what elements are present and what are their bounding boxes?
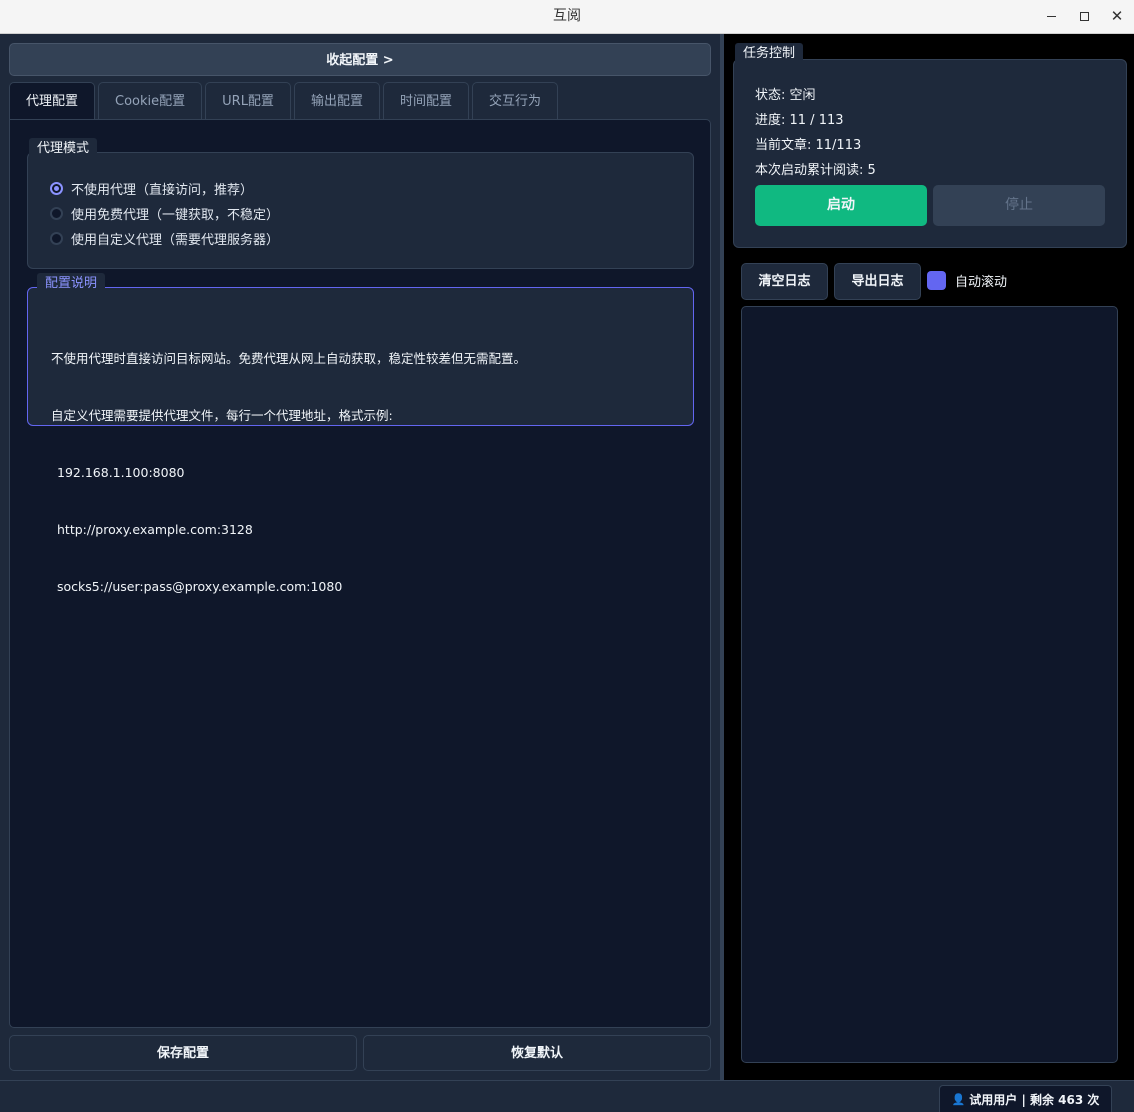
- proxy-mode-title: 代理模式: [29, 138, 98, 160]
- title-bar: 互阅 ✕: [0, 0, 1134, 34]
- current-article-text: 当前文章: 11/113: [755, 138, 862, 153]
- radio-no-proxy[interactable]: 不使用代理（直接访问，推荐）: [50, 177, 253, 199]
- radio-label: 使用免费代理（一键获取，不稳定）: [71, 207, 280, 223]
- close-icon[interactable]: ✕: [1103, 4, 1131, 28]
- radio-free-proxy[interactable]: 使用免费代理（一键获取，不稳定）: [50, 202, 279, 224]
- tab-time[interactable]: 时间配置: [382, 82, 469, 119]
- save-config-button[interactable]: 保存配置: [9, 1035, 357, 1071]
- task-control-title: 任务控制: [735, 43, 804, 65]
- info-line: socks5://user:pass@proxy.example.com:108…: [57, 579, 343, 594]
- proxy-mode-group: 代理模式 不使用代理（直接访问，推荐） 使用免费代理（一键获取，不稳定） 使用自…: [27, 138, 694, 269]
- config-panel: 收起配置 > 代理配置 Cookie配置 URL配置 输出配置 时间配置 交互行…: [0, 34, 724, 1080]
- config-info-text: 不使用代理时直接访问目标网站。免费代理从网上自动获取，稳定性较差但无需配置。 自…: [51, 311, 526, 634]
- config-tabs: 代理配置 Cookie配置 URL配置 输出配置 时间配置 交互行为: [9, 82, 561, 119]
- info-line: 自定义代理需要提供代理文件，每行一个代理地址，格式示例:: [51, 408, 393, 423]
- radio-unchecked-icon[interactable]: [50, 206, 63, 220]
- maximize-icon[interactable]: [1070, 4, 1098, 28]
- log-output[interactable]: [741, 306, 1118, 1063]
- window-title: 互阅: [553, 8, 581, 24]
- minimize-icon[interactable]: [1037, 4, 1065, 28]
- config-info-title: 配置说明: [37, 273, 106, 295]
- info-line: 192.168.1.100:8080: [57, 465, 185, 480]
- clear-log-button[interactable]: 清空日志: [741, 263, 828, 300]
- total-read-text: 本次启动累计阅读: 5: [755, 163, 876, 178]
- info-line: 不使用代理时直接访问目标网站。免费代理从网上自动获取，稳定性较差但无需配置。: [51, 351, 527, 366]
- radio-custom-proxy[interactable]: 使用自定义代理（需要代理服务器）: [50, 227, 279, 249]
- radio-label: 不使用代理（直接访问，推荐）: [71, 182, 254, 198]
- tab-output[interactable]: 输出配置: [293, 82, 380, 119]
- radio-checked-icon[interactable]: [50, 181, 63, 195]
- stop-button[interactable]: 停止: [933, 185, 1105, 226]
- status-text: 状态: 空闲: [755, 88, 816, 103]
- tab-cookie[interactable]: Cookie配置: [98, 82, 203, 119]
- task-panel: 任务控制 状态: 空闲 进度: 11 / 113 当前文章: 11/113 本次…: [724, 34, 1134, 1080]
- tab-proxy[interactable]: 代理配置: [9, 82, 96, 119]
- collapse-config-button[interactable]: 收起配置 >: [9, 43, 711, 76]
- task-status-lines: 状态: 空闲 进度: 11 / 113 当前文章: 11/113 本次启动累计阅…: [755, 85, 876, 185]
- proxy-tab-content: 代理模式 不使用代理（直接访问，推荐） 使用免费代理（一键获取，不稳定） 使用自…: [9, 119, 711, 1028]
- autoscroll-label: 自动滚动: [955, 275, 1008, 290]
- restore-default-button[interactable]: 恢复默认: [363, 1035, 711, 1071]
- start-button[interactable]: 启动: [755, 185, 927, 226]
- radio-unchecked-icon[interactable]: [50, 231, 63, 245]
- tab-interaction[interactable]: 交互行为: [471, 82, 558, 119]
- radio-label: 使用自定义代理（需要代理服务器）: [71, 232, 280, 248]
- autoscroll-toggle[interactable]: 自动滚动: [927, 271, 1007, 290]
- user-icon: 👤: [951, 1092, 966, 1106]
- user-badge: 👤 试用用户 | 剩余 463 次: [939, 1085, 1112, 1112]
- autoscroll-checkbox[interactable]: [927, 271, 946, 290]
- status-bar: 👤 试用用户 | 剩余 463 次: [0, 1080, 1134, 1112]
- task-control-group: 任务控制 状态: 空闲 进度: 11 / 113 当前文章: 11/113 本次…: [733, 43, 1127, 248]
- config-info-group: 配置说明 不使用代理时直接访问目标网站。免费代理从网上自动获取，稳定性较差但无需…: [27, 273, 694, 594]
- user-quota-text: 试用用户 | 剩余 463 次: [969, 1092, 1100, 1107]
- tab-url[interactable]: URL配置: [205, 82, 291, 119]
- info-line: http://proxy.example.com:3128: [57, 522, 253, 537]
- export-log-button[interactable]: 导出日志: [834, 263, 921, 300]
- progress-text: 进度: 11 / 113: [755, 113, 844, 128]
